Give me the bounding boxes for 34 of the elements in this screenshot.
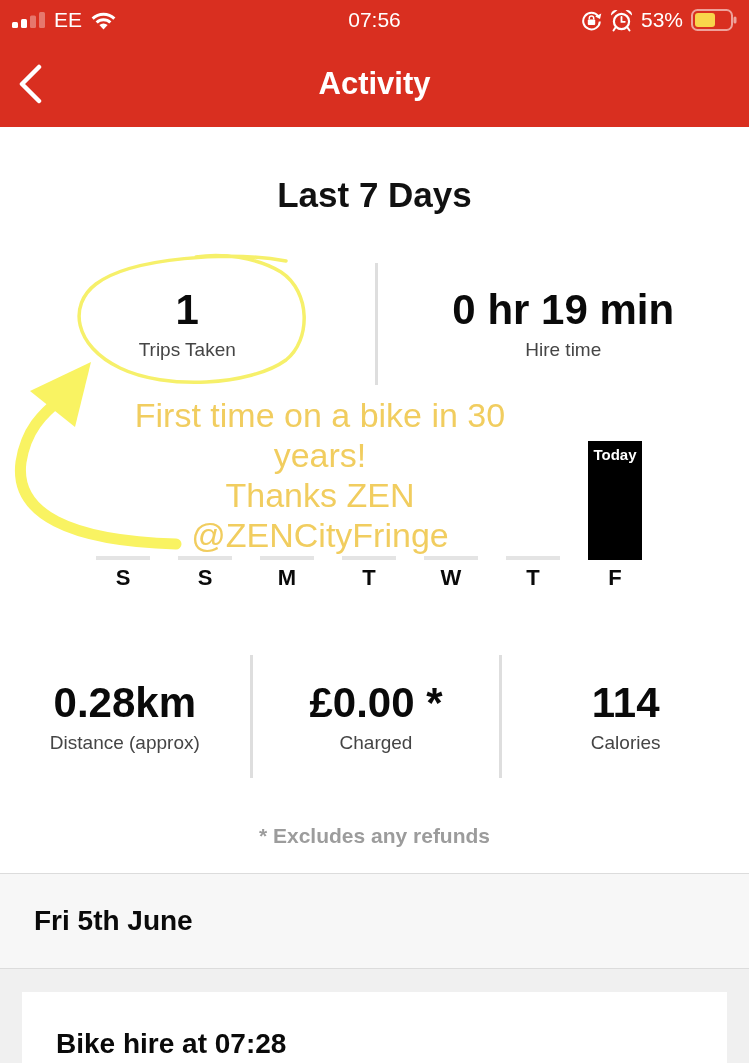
trip-title: Bike hire at 07:28 [56,1028,287,1060]
day-label: F [608,564,622,592]
stat-label: Hire time [525,338,602,362]
day-label: W [440,564,462,592]
date-heading: Fri 5th June [34,904,193,938]
battery-percent: 53% [640,8,683,32]
screen-title: Activity [318,64,431,103]
bar-label: Today [593,446,637,464]
day-label: S [197,564,213,592]
stat-value: £0.00 * [309,678,443,727]
day-label: T [362,564,376,592]
stat-value: 0.28km [53,678,197,727]
stat-value: 114 [591,678,660,727]
day-label: T [526,564,540,592]
stat-value: 1 [175,286,199,334]
battery-icon [691,9,737,31]
footnote: * Excludes any refunds [258,823,491,849]
orientation-lock-icon [580,9,602,31]
stat-value: 0 hr 19 min [452,286,675,334]
stat-label: Distance (approx) [49,730,200,755]
section-title: Last 7 Days [277,175,472,215]
signal-icon [12,12,46,28]
trip-card[interactable]: Bike hire at 07:28 [22,992,727,1063]
alarm-clock-icon [609,8,633,32]
day-label: S [115,564,131,592]
wifi-icon [90,10,117,30]
annotation-text: First time on a bike in 30 years! Thanks ZEN @ZENCityFringe [133,395,507,555]
chevron-left-icon [17,63,43,104]
day-label: M [277,564,297,592]
clock-time: 07:56 [348,8,401,32]
stat-label: Charged [339,730,413,755]
carrier-name: EE [54,8,82,32]
stat-label: Trips Taken [138,338,236,362]
stat-label: Calories [590,730,661,755]
